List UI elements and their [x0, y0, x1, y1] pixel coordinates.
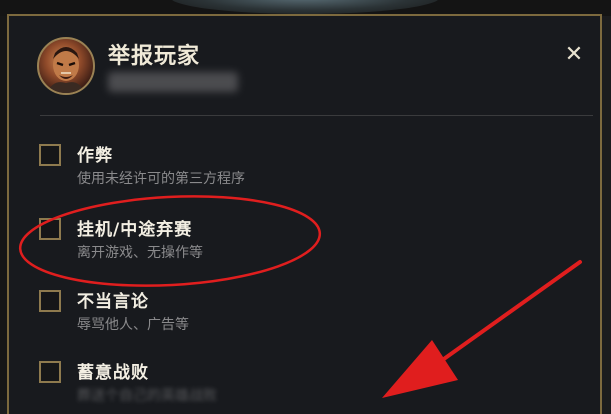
- option-checkbox[interactable]: [39, 144, 61, 166]
- player-name-blurred: [108, 72, 238, 92]
- champion-avatar: [37, 37, 95, 95]
- report-player-dialog: 举报玩家 ✕ 作弊 使用未经许可的第三方程序 挂机/中途弃赛 离开游戏、无操作等…: [7, 14, 602, 414]
- report-option-abuse[interactable]: 不当言论 辱骂他人、广告等: [39, 287, 539, 343]
- header-divider: [40, 115, 593, 116]
- background-glow: [170, 0, 440, 14]
- report-option-cheating[interactable]: 作弊 使用未经许可的第三方程序: [39, 141, 539, 197]
- option-title: 挂机/中途弃赛: [77, 220, 193, 240]
- dialog-title: 举报玩家: [108, 44, 201, 69]
- avatar-portrait-icon: [47, 47, 85, 93]
- option-description: 葬送个自己的英雄战败: [77, 388, 217, 404]
- option-checkbox[interactable]: [39, 361, 61, 383]
- option-description: 使用未经许可的第三方程序: [77, 171, 245, 187]
- option-description: 辱骂他人、广告等: [77, 317, 189, 333]
- option-description: 离开游戏、无操作等: [77, 245, 203, 261]
- option-title: 作弊: [77, 146, 113, 166]
- report-option-afk[interactable]: 挂机/中途弃赛 离开游戏、无操作等: [39, 215, 539, 271]
- option-checkbox[interactable]: [39, 218, 61, 240]
- option-checkbox[interactable]: [39, 290, 61, 312]
- option-title: 不当言论: [77, 292, 149, 312]
- close-icon[interactable]: ✕: [559, 40, 589, 70]
- report-option-intentional-feeding[interactable]: 蓄意战败 葬送个自己的英雄战败: [39, 358, 539, 414]
- background-edge: [0, 0, 7, 400]
- option-title: 蓄意战败: [77, 363, 149, 383]
